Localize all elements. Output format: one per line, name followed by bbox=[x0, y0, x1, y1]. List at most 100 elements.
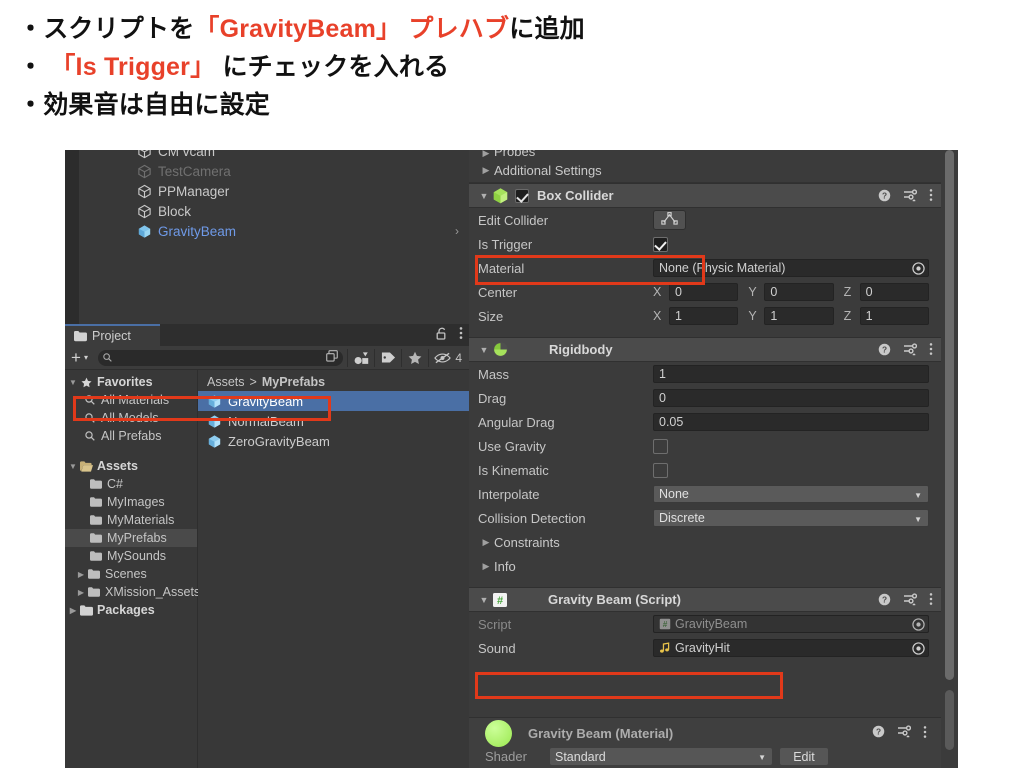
project-content-pane: Assets > MyPrefabs GravityBeam NormalBea… bbox=[198, 370, 469, 768]
inspector-scrollbar-track-lower[interactable] bbox=[945, 690, 954, 750]
collision-detection-dropdown[interactable]: Discrete ▼ bbox=[653, 509, 929, 527]
triangle-right-icon[interactable]: ▶ bbox=[75, 570, 87, 579]
project-panel: Project + ▾ 4 ▼ Favorites All Materials … bbox=[65, 324, 469, 768]
tree-item-myimages[interactable]: MyImages bbox=[65, 493, 197, 511]
search-input-wrap[interactable] bbox=[97, 349, 344, 366]
foldout-constraints[interactable]: ▶ Constraints bbox=[469, 530, 941, 554]
component-header-rigidbody[interactable]: ▼ Rigidbody ? bbox=[469, 337, 941, 362]
material-object-field[interactable]: None (Physic Material) bbox=[653, 259, 929, 277]
tree-item-csharp[interactable]: C# bbox=[65, 475, 197, 493]
bullet-line-3: ・効果音は自由に設定 bbox=[18, 86, 1008, 124]
triangle-right-icon[interactable]: ▶ bbox=[478, 537, 494, 548]
hidden-packages-icon[interactable] bbox=[429, 347, 455, 369]
material-preview-header[interactable]: Gravity Beam (Material) ? bbox=[469, 718, 941, 748]
center-x-input[interactable]: 0 bbox=[669, 283, 739, 301]
tree-item-mysounds[interactable]: MySounds bbox=[65, 547, 197, 565]
inspector-scrollbar-thumb[interactable] bbox=[945, 150, 954, 680]
component-header-box-collider[interactable]: ▼ Box Collider ? bbox=[469, 183, 941, 208]
preset-icon[interactable] bbox=[903, 342, 918, 359]
size-x-input[interactable]: 1 bbox=[669, 307, 739, 325]
foldout-additional-settings[interactable]: ▶ Additional Settings bbox=[469, 159, 941, 183]
is-trigger-checkbox[interactable] bbox=[653, 236, 668, 252]
center-z-input[interactable]: 0 bbox=[859, 283, 929, 301]
object-picker-icon[interactable] bbox=[911, 261, 926, 276]
sound-object-field[interactable]: GravityHit bbox=[653, 639, 929, 657]
triangle-down-icon[interactable]: ▼ bbox=[67, 462, 79, 471]
tree-item-mymaterials[interactable]: MyMaterials bbox=[65, 511, 197, 529]
size-y-input[interactable]: 1 bbox=[764, 307, 834, 325]
hierarchy-item-block[interactable]: Block bbox=[79, 201, 469, 221]
kebab-menu-icon[interactable] bbox=[929, 188, 933, 205]
tree-item-all-models[interactable]: All Models bbox=[65, 409, 197, 427]
lock-open-icon[interactable] bbox=[436, 327, 448, 343]
angular-drag-input[interactable]: 0.05 bbox=[653, 413, 929, 431]
is-kinematic-checkbox[interactable] bbox=[653, 462, 668, 478]
favorite-star-icon[interactable] bbox=[402, 347, 428, 369]
drag-input[interactable]: 0 bbox=[653, 389, 929, 407]
triangle-down-icon[interactable]: ▼ bbox=[476, 595, 492, 605]
tree-item-assets[interactable]: ▼ Assets bbox=[65, 457, 197, 475]
mass-input[interactable]: 1 bbox=[653, 365, 929, 383]
kebab-menu-icon[interactable] bbox=[923, 725, 927, 742]
foldout-info[interactable]: ▶ Info bbox=[469, 554, 941, 578]
triangle-down-icon[interactable]: ▼ bbox=[476, 191, 492, 201]
object-picker-icon[interactable] bbox=[911, 617, 926, 632]
tree-item-packages[interactable]: ▶ Packages bbox=[65, 601, 197, 619]
inspector-scrollbar[interactable] bbox=[941, 150, 958, 768]
triangle-right-icon[interactable]: ▶ bbox=[75, 588, 87, 597]
row-is-trigger: Is Trigger bbox=[469, 232, 941, 256]
asset-item-gravitybeam[interactable]: GravityBeam bbox=[198, 391, 469, 411]
breadcrumb-current[interactable]: MyPrefabs bbox=[262, 375, 325, 389]
hierarchy-item-cm-vcam[interactable]: CM vcam bbox=[79, 150, 469, 161]
preset-icon[interactable] bbox=[897, 725, 912, 741]
triangle-down-icon[interactable]: ▼ bbox=[476, 345, 492, 355]
preset-icon[interactable] bbox=[903, 188, 918, 205]
help-icon[interactable]: ? bbox=[878, 343, 891, 359]
triangle-down-icon[interactable]: ▼ bbox=[67, 378, 79, 387]
tree-item-xmission-assets[interactable]: ▶ XMission_Assets bbox=[65, 583, 200, 601]
hierarchy-item-testcamera[interactable]: TestCamera bbox=[79, 161, 469, 181]
prefab-cube-icon bbox=[207, 414, 222, 429]
asset-item-zerogravitybeam[interactable]: ZeroGravityBeam bbox=[198, 431, 469, 451]
rigidbody-title: Rigidbody bbox=[549, 342, 613, 357]
foldout-probes[interactable]: ▶ Probes bbox=[469, 150, 941, 159]
triangle-right-icon[interactable]: ▶ bbox=[67, 606, 79, 615]
use-gravity-checkbox[interactable] bbox=[653, 438, 668, 454]
help-icon[interactable]: ? bbox=[872, 725, 885, 741]
breadcrumb-root[interactable]: Assets bbox=[207, 375, 245, 389]
tree-item-all-materials[interactable]: All Materials bbox=[65, 391, 197, 409]
chevron-right-icon[interactable]: › bbox=[455, 224, 459, 238]
center-y-input[interactable]: 0 bbox=[764, 283, 834, 301]
triangle-right-icon[interactable]: ▶ bbox=[478, 150, 494, 159]
hierarchy-gutter bbox=[65, 150, 79, 324]
tree-item-favorites[interactable]: ▼ Favorites bbox=[65, 373, 197, 391]
triangle-right-icon[interactable]: ▶ bbox=[478, 561, 494, 572]
help-icon[interactable]: ? bbox=[878, 189, 891, 205]
tree-item-scenes[interactable]: ▶ Scenes bbox=[65, 565, 197, 583]
label-filter-icon[interactable] bbox=[375, 347, 401, 369]
tab-project[interactable]: Project bbox=[65, 324, 160, 346]
shader-edit-button[interactable]: Edit bbox=[780, 748, 828, 765]
edit-collider-button[interactable] bbox=[653, 210, 686, 230]
asset-type-filter-icon[interactable] bbox=[348, 347, 374, 369]
size-z-input[interactable]: 1 bbox=[859, 307, 929, 325]
kebab-menu-icon[interactable] bbox=[459, 326, 463, 343]
add-asset-button[interactable]: + ▾ bbox=[67, 349, 94, 366]
component-header-gravity-beam-script[interactable]: ▼ # Gravity Beam (Script) ? bbox=[469, 587, 941, 612]
kebab-menu-icon[interactable] bbox=[929, 342, 933, 359]
save-search-icon[interactable] bbox=[326, 350, 339, 365]
hierarchy-item-ppmanager[interactable]: PPManager bbox=[79, 181, 469, 201]
tree-item-myprefabs[interactable]: MyPrefabs bbox=[65, 529, 197, 547]
help-icon[interactable]: ? bbox=[878, 593, 891, 609]
preset-icon[interactable] bbox=[903, 592, 918, 609]
kebab-menu-icon[interactable] bbox=[929, 592, 933, 609]
asset-item-normalbeam[interactable]: NormalBeam bbox=[198, 411, 469, 431]
shader-dropdown[interactable]: Standard ▼ bbox=[550, 748, 772, 765]
hierarchy-item-gravitybeam[interactable]: GravityBeam › bbox=[79, 221, 469, 241]
search-input[interactable] bbox=[115, 351, 324, 364]
tree-item-all-prefabs[interactable]: All Prefabs bbox=[65, 427, 197, 445]
object-picker-icon[interactable] bbox=[911, 641, 926, 656]
interpolate-dropdown[interactable]: None ▼ bbox=[653, 485, 929, 503]
box-collider-enabled-checkbox[interactable] bbox=[515, 188, 529, 203]
triangle-right-icon[interactable]: ▶ bbox=[478, 165, 494, 176]
